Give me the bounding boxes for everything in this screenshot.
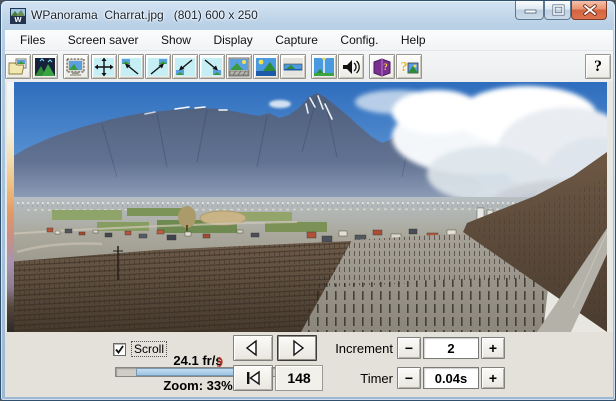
scroll-down-left-button[interactable]	[172, 54, 198, 79]
help-button[interactable]: ?	[585, 54, 611, 79]
arrow-up-left-icon	[121, 58, 141, 76]
menu-show[interactable]: Show	[152, 30, 200, 51]
window-scrollbar-icon	[228, 57, 250, 77]
svg-text:w: w	[13, 14, 22, 24]
toolbar: ? ? ?	[5, 51, 613, 82]
wpanorama-window: w WPanorama Charrat.jpg (801) 600 x 250	[0, 0, 616, 401]
control-panel: Scroll 24.1 fr/s Zoom: 33% 148 Increment…	[5, 332, 613, 397]
increment-increase-button[interactable]: +	[481, 337, 505, 359]
menu-files[interactable]: Files	[11, 30, 54, 51]
scroll-left-button[interactable]	[233, 335, 273, 361]
app-icon: w	[10, 8, 26, 24]
menu-config[interactable]: Config.	[331, 30, 387, 51]
menu-help[interactable]: Help	[392, 30, 435, 51]
svg-text:?: ?	[383, 62, 388, 72]
panorama-strip-icon	[283, 58, 303, 76]
fullscreen-monitor-button[interactable]	[63, 54, 89, 79]
svg-text:?: ?	[401, 60, 408, 75]
minimize-button[interactable]	[515, 1, 544, 20]
timer-increase-button[interactable]: +	[481, 367, 505, 389]
menubar: Files Screen saver Show Display Capture …	[5, 30, 613, 51]
full-image-view-button[interactable]	[253, 54, 279, 79]
panorama-viewport[interactable]	[5, 82, 613, 332]
left-triangle-icon	[245, 339, 257, 357]
close-button[interactable]	[571, 1, 607, 20]
menu-display[interactable]: Display	[204, 30, 261, 51]
timer-value: 0.04s	[423, 367, 479, 389]
menu-screen-saver[interactable]: Screen saver	[59, 30, 148, 51]
vertical-panorama-button[interactable]	[311, 54, 337, 79]
increment-value: 2	[423, 337, 479, 359]
help-book-button[interactable]: ?	[369, 54, 395, 79]
timer-label: Timer	[360, 371, 393, 386]
sound-button[interactable]	[338, 54, 364, 79]
maximize-button[interactable]	[544, 1, 571, 20]
caption-buttons	[515, 1, 607, 20]
increment-label: Increment	[335, 341, 393, 356]
panorama-image	[7, 82, 607, 332]
right-triangle-icon	[293, 339, 305, 357]
arrow-down-left-icon	[175, 58, 195, 76]
menu-capture[interactable]: Capture	[266, 30, 327, 51]
scroll-up-right-button[interactable]	[145, 54, 171, 79]
window-view-button[interactable]	[226, 54, 252, 79]
scroll-up-left-button[interactable]	[118, 54, 144, 79]
pan-all-directions-button[interactable]	[91, 54, 117, 79]
go-to-start-button[interactable]	[233, 365, 273, 391]
about-icon: ?	[401, 60, 419, 75]
speaker-icon	[343, 60, 360, 74]
maximize-icon	[552, 4, 565, 16]
vertical-panorama-icon	[314, 57, 334, 76]
increment-decrease-button[interactable]: −	[397, 337, 421, 359]
titlebar[interactable]: w WPanorama Charrat.jpg (801) 600 x 250	[1, 1, 615, 30]
strip-view-button[interactable]	[280, 54, 306, 79]
close-icon	[583, 4, 597, 16]
timer-decrease-button[interactable]: −	[397, 367, 421, 389]
skip-to-start-icon	[247, 370, 260, 386]
open-image-button[interactable]	[5, 54, 31, 79]
screensaver-button[interactable]	[32, 54, 58, 79]
window-title: WPanorama Charrat.jpg (801) 600 x 250	[31, 8, 258, 22]
scroll-down-right-button[interactable]	[199, 54, 225, 79]
landscape-icon	[256, 58, 276, 76]
arrow-down-right-icon	[202, 58, 222, 76]
minimize-icon	[524, 9, 537, 14]
help-book-icon: ?	[373, 58, 391, 77]
screensaver-icon	[35, 58, 55, 76]
arrow-up-right-icon	[148, 58, 168, 76]
folder-image-icon	[8, 58, 27, 75]
about-button[interactable]: ?	[396, 54, 422, 79]
monitor-icon	[66, 58, 85, 76]
four-arrows-icon	[94, 57, 114, 77]
